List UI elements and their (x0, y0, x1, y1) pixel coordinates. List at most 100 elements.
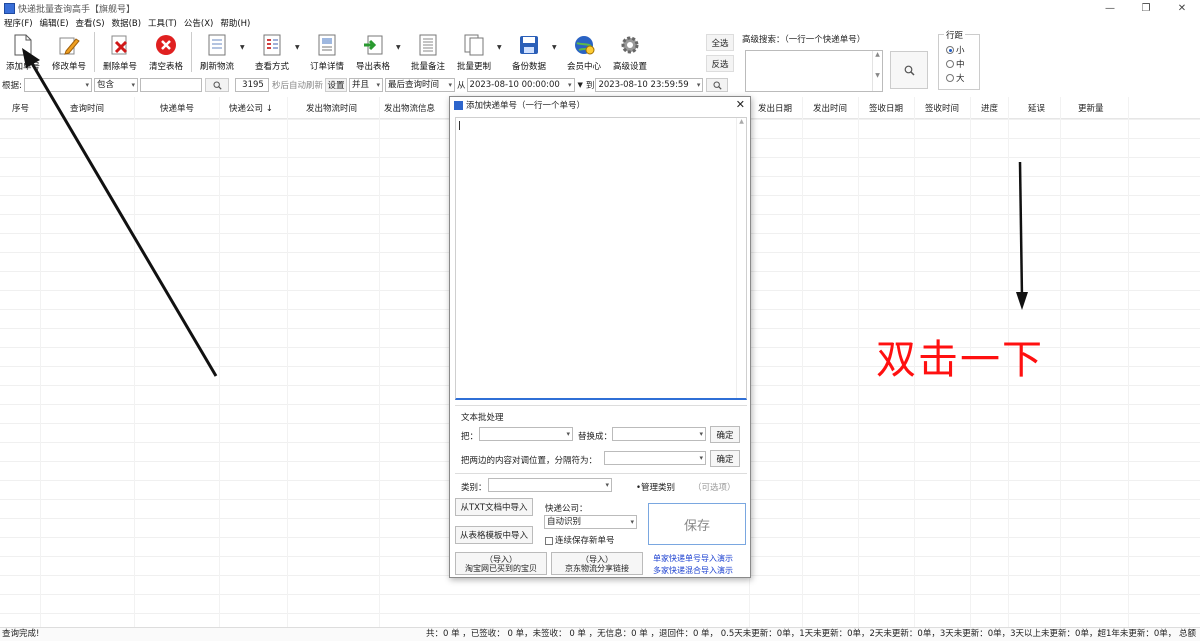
chevron-down-icon[interactable]: ▼ (396, 30, 405, 51)
column-header[interactable]: 发出物流信息 (384, 102, 435, 114)
continuous-save-checkbox[interactable]: 连续保存新单号 (545, 534, 615, 546)
import-txt-button[interactable]: 从TXT文档中导入 (455, 498, 533, 516)
table-column-line (40, 97, 41, 627)
category-select[interactable] (488, 478, 612, 492)
menu-program[interactable]: 程序(F) (0, 17, 36, 29)
settings-button[interactable]: 设置 (325, 78, 348, 92)
swap-confirm-button[interactable]: 确定 (710, 450, 740, 467)
menu-tools[interactable]: 工具(T) (144, 17, 180, 29)
export-table-button[interactable]: 导出表格 (350, 30, 396, 72)
clear-table-button[interactable]: 清空表格 (143, 30, 189, 72)
column-header[interactable]: 查询时间 (70, 102, 104, 114)
scrollbar[interactable]: ▲ ▼ (872, 51, 882, 91)
add-number-button[interactable]: 添加单号 (0, 30, 46, 72)
separator-select[interactable] (604, 451, 706, 465)
optional-hint: （可选项） (693, 483, 736, 493)
copy-document-icon (462, 33, 486, 57)
detail-icon (315, 33, 339, 57)
menu-view[interactable]: 查看(S) (72, 17, 108, 29)
batch-change-button[interactable]: 批量更制 (451, 30, 497, 72)
edit-number-button[interactable]: 修改单号 (46, 30, 92, 72)
close-icon[interactable]: ✕ (1164, 0, 1200, 16)
column-header[interactable]: 快递公司 ↓ (229, 102, 273, 114)
batch-note-button[interactable]: 批量备注 (405, 30, 451, 72)
column-header[interactable]: 快递单号 (160, 102, 194, 114)
menu-help[interactable]: 帮助(H) (216, 17, 253, 29)
column-header[interactable]: 发出时间 (813, 102, 847, 114)
row-spacing-medium[interactable]: 中 (946, 57, 979, 71)
export-icon (361, 33, 385, 57)
filter-search-button[interactable] (205, 78, 229, 92)
courier-label: 快递公司： (545, 504, 588, 514)
row-spacing-large[interactable]: 大 (946, 71, 979, 85)
menu-edit[interactable]: 编辑(E) (36, 17, 72, 29)
chevron-down-icon[interactable]: ▼ (240, 30, 249, 51)
backup-data-button[interactable]: 备份数据 (506, 30, 552, 72)
chevron-down-icon[interactable]: ▼ (552, 30, 561, 51)
time-field-select[interactable]: 最后查询时间 (385, 78, 456, 92)
multi-courier-demo-link[interactable]: 多家快递混合导入演示 (653, 565, 733, 576)
save-button[interactable]: 保存 (648, 503, 746, 545)
view-mode-button[interactable]: 查看方式 (249, 30, 295, 72)
column-header[interactable]: 进度 (981, 102, 998, 114)
to-date-picker[interactable]: 2023-08-10 23:59:59 (595, 78, 704, 92)
manage-category-link[interactable]: •管理类别 (636, 481, 675, 493)
column-header[interactable]: 发出日期 (758, 102, 792, 114)
replace-from-select[interactable] (479, 427, 573, 441)
category-label: 类别： (461, 483, 487, 493)
filter-field-select[interactable] (24, 78, 92, 92)
divider (455, 473, 747, 474)
column-header[interactable]: 延误 (1028, 102, 1045, 114)
date-search-button[interactable] (706, 78, 729, 92)
filter-match-select[interactable]: 包含 (94, 78, 138, 92)
delete-number-button[interactable]: 删除单号 (97, 30, 143, 72)
chevron-down-icon[interactable]: ▼ (295, 30, 304, 51)
courier-select[interactable]: 自动识别 (544, 515, 637, 529)
filter-keyword-input[interactable] (140, 78, 202, 92)
toolbar: 添加单号 修改单号 删除单号 清空表格 刷新物流 ▼ 查看方式 ▼ 订单详情 导… (0, 30, 740, 74)
row-spacing-small[interactable]: 小 (946, 43, 979, 57)
table-column-line (219, 97, 220, 627)
order-detail-button[interactable]: 订单详情 (304, 30, 350, 72)
table-column-line (287, 97, 288, 627)
advanced-settings-button[interactable]: 高级设置 (607, 30, 653, 72)
tracking-numbers-textarea[interactable]: ▲ (455, 117, 747, 400)
column-header[interactable]: 签收时间 (925, 102, 959, 114)
single-courier-demo-link[interactable]: 单家快递单号导入演示 (653, 553, 733, 564)
from-date-picker[interactable]: 2023-08-10 00:00:00 (466, 78, 575, 92)
double-click-annotation: 双击一下 (876, 337, 1044, 383)
replace-from-label: 把： (461, 432, 479, 442)
select-all-button[interactable]: 全选 (706, 34, 734, 51)
replace-to-select[interactable] (612, 427, 706, 441)
import-jd-button[interactable]: （导入） 京东物流分享链接 (551, 552, 643, 575)
import-taobao-button[interactable]: （导入） 淘宝网已买到的宝贝 (455, 552, 547, 575)
advanced-search-button[interactable] (890, 51, 928, 89)
member-center-button[interactable]: 会员中心 (561, 30, 607, 72)
menu-notice[interactable]: 公告(X) (180, 17, 216, 29)
chevron-down-icon[interactable]: ▼ (497, 30, 506, 51)
advanced-search-input[interactable]: ▲ ▼ (745, 50, 883, 92)
replace-confirm-button[interactable]: 确定 (710, 426, 740, 443)
checkbox-icon (545, 536, 553, 545)
row-spacing-title: 行距 (944, 29, 966, 41)
column-header[interactable]: 更新量 (1078, 102, 1104, 114)
chevron-down-icon[interactable]: ▼ (578, 81, 583, 89)
column-header[interactable]: 发出物流时间 (306, 102, 357, 114)
menu-data[interactable]: 数据(B) (108, 17, 144, 29)
close-icon[interactable]: ✕ (736, 98, 745, 111)
column-header[interactable]: 签收日期 (869, 102, 903, 114)
maximize-icon[interactable]: ❐ (1128, 0, 1164, 16)
delete-icon (108, 33, 132, 57)
floppy-disk-icon (517, 33, 541, 57)
condition-select[interactable]: 并且 (349, 78, 384, 92)
search-icon (212, 80, 222, 90)
column-header[interactable]: 序号 (12, 102, 29, 114)
refresh-seconds-input[interactable]: 3195 (235, 78, 269, 92)
refresh-logistics-button[interactable]: 刷新物流 (194, 30, 240, 72)
invert-selection-button[interactable]: 反选 (706, 55, 734, 72)
import-table-button[interactable]: 从表格模板中导入 (455, 526, 533, 544)
scrollbar[interactable]: ▲ (736, 118, 746, 398)
minimize-icon[interactable]: — (1092, 0, 1128, 16)
replace-to-label: 替换成： (578, 432, 613, 442)
table-column-line (1128, 97, 1129, 627)
